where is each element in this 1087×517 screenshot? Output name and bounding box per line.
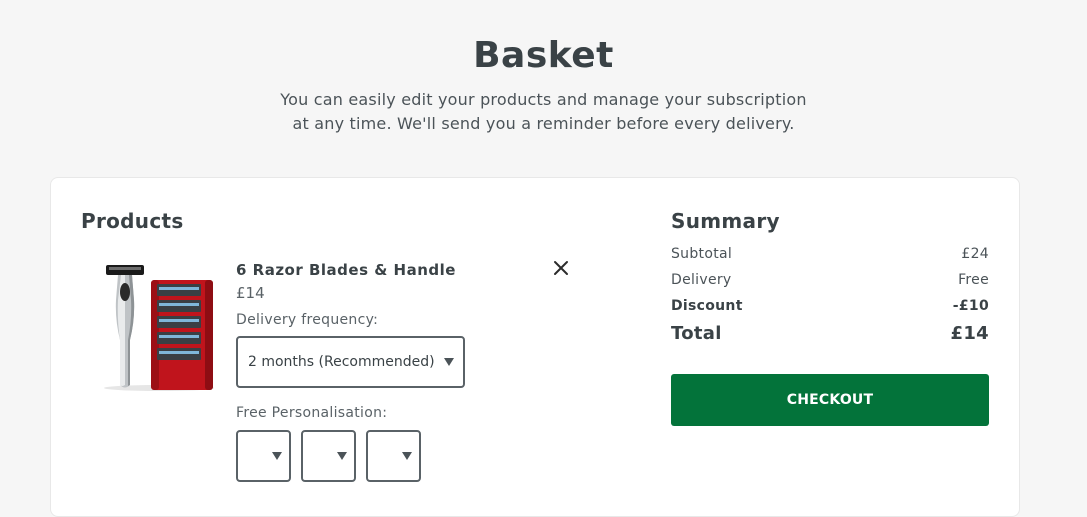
chevron-down-icon — [272, 452, 282, 460]
remove-item-button[interactable] — [549, 256, 573, 280]
delivery-value: Free — [958, 272, 989, 288]
basket-card: Products 6 Razor Blades & Handle £14 Del… — [50, 177, 1020, 517]
page-title: Basket — [473, 35, 614, 76]
delivery-frequency-value: 2 months (Recommended) — [248, 354, 435, 370]
delivery-row: Delivery Free — [671, 272, 989, 288]
total-label: Total — [671, 323, 722, 344]
product-price: £14 — [236, 284, 265, 302]
page-subtitle: You can easily edit your products and ma… — [264, 88, 824, 136]
personalisation-select-2[interactable] — [301, 430, 356, 482]
delivery-frequency-label: Delivery frequency: — [236, 312, 379, 328]
personalisation-label: Free Personalisation: — [236, 405, 388, 421]
subtitle-line-1: You can easily edit your products and ma… — [280, 90, 807, 109]
product-image — [99, 260, 219, 395]
subtotal-label: Subtotal — [671, 246, 733, 262]
checkout-button[interactable]: CHECKOUT — [671, 374, 989, 426]
delivery-frequency-select[interactable]: 2 months (Recommended) — [236, 336, 465, 388]
page-header: Basket You can easily edit your products… — [0, 0, 1087, 136]
summary-heading: Summary — [671, 209, 780, 233]
discount-row: Discount -£10 — [671, 298, 989, 314]
subtotal-row: Subtotal £24 — [671, 246, 989, 262]
product-name: 6 Razor Blades & Handle — [236, 261, 456, 279]
close-icon — [554, 261, 568, 275]
subtotal-value: £24 — [961, 246, 989, 262]
discount-value: -£10 — [952, 298, 989, 314]
products-heading: Products — [81, 209, 184, 233]
personalisation-select-1[interactable] — [236, 430, 291, 482]
subtitle-line-2: at any time. We'll send you a reminder b… — [292, 114, 795, 133]
total-row: Total £14 — [671, 323, 989, 344]
delivery-label: Delivery — [671, 272, 732, 288]
chevron-down-icon — [337, 452, 347, 460]
personalisation-select-3[interactable] — [366, 430, 421, 482]
discount-label: Discount — [671, 298, 743, 314]
chevron-down-icon — [444, 358, 454, 366]
total-value: £14 — [950, 323, 989, 344]
chevron-down-icon — [402, 452, 412, 460]
